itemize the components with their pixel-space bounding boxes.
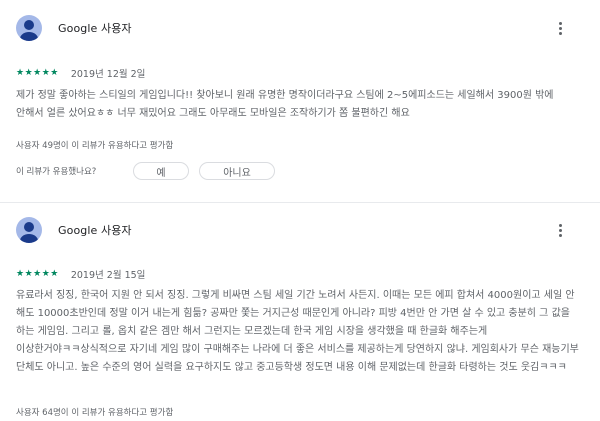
review-text: 제가 정말 좋아하는 스티일의 게임입니다!! 찾아보니 원래 유명한 명작이더… bbox=[16, 90, 554, 119]
rating-row: ★★★★★ 2019년 2월 15일 bbox=[16, 267, 145, 281]
helpful-count: 사용자 64명이 이 리뷰가 유용하다고 평가함 bbox=[16, 408, 174, 418]
person-icon bbox=[20, 20, 38, 41]
review-card: Google 사용자 ★★★★★ 2019년 2월 15일 유료라서 징징, 한… bbox=[0, 203, 600, 421]
review-header: Google 사용자 bbox=[16, 12, 132, 44]
helpful-count: 사용자 49명이 이 리뷰가 유용하다고 평가함 bbox=[16, 141, 174, 151]
feedback-question: 이 리뷰가 유용했나요? bbox=[16, 167, 97, 177]
rating-row: ★★★★★ 2019년 12월 2일 bbox=[16, 66, 145, 80]
helpful-yes-button[interactable]: 예 bbox=[133, 162, 189, 180]
avatar bbox=[16, 15, 42, 41]
feedback-row: 이 리뷰가 유용했나요? 예 아니요 bbox=[16, 162, 275, 180]
review-text: 유료라서 징징, 한국어 지원 안 되서 징징. 그렇게 비싸면 스팀 세일 기… bbox=[16, 290, 579, 373]
review-card: Google 사용자 ★★★★★ 2019년 12월 2일 제가 정말 좋아하는… bbox=[0, 0, 600, 200]
review-author: Google 사용자 bbox=[58, 22, 132, 35]
helpful-no-button[interactable]: 아니요 bbox=[199, 162, 275, 180]
review-author: Google 사용자 bbox=[58, 224, 132, 237]
star-rating: ★★★★★ bbox=[16, 67, 59, 78]
more-options-button[interactable] bbox=[550, 16, 570, 40]
more-vert-icon bbox=[558, 21, 562, 25]
review-header: Google 사용자 bbox=[16, 214, 132, 246]
more-vert-icon bbox=[558, 223, 562, 227]
review-date: 2019년 12월 2일 bbox=[70, 69, 146, 80]
more-options-button[interactable] bbox=[550, 218, 570, 242]
star-rating: ★★★★★ bbox=[16, 268, 59, 279]
person-icon bbox=[20, 222, 38, 243]
avatar bbox=[16, 217, 42, 243]
reviews-page: Google 사용자 ★★★★★ 2019년 12월 2일 제가 정말 좋아하는… bbox=[0, 0, 600, 421]
review-date: 2019년 2월 15일 bbox=[70, 270, 146, 281]
